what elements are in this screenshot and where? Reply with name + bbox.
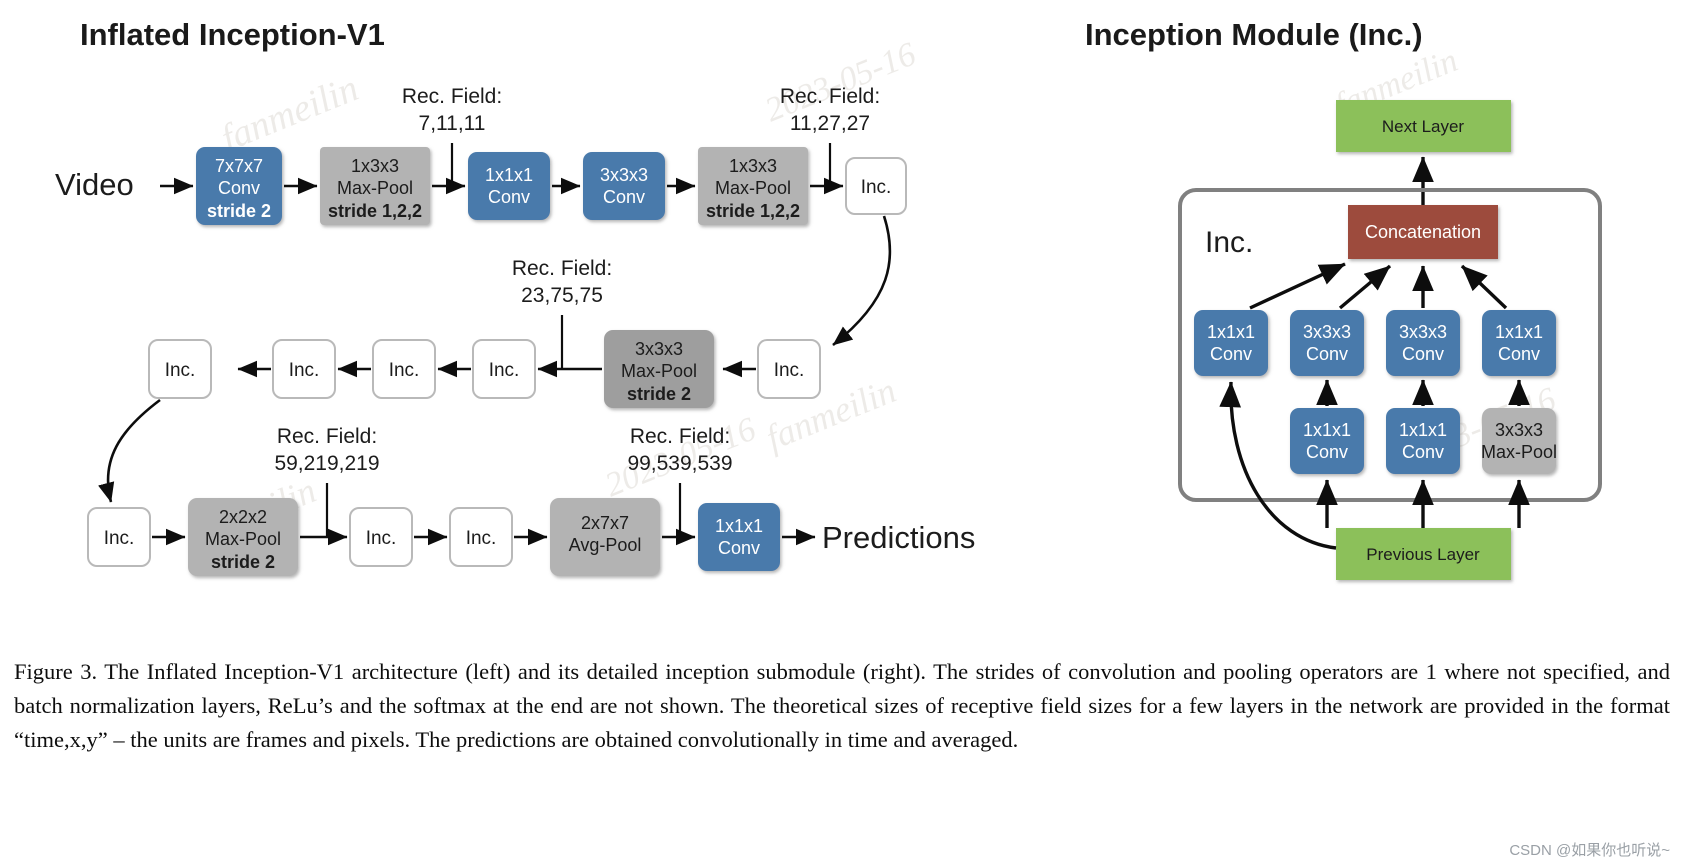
block-line2: Conv [218,178,260,198]
rec-field-caption: Rec. Field: [277,425,377,448]
row2-block-3x3x3-maxpool[interactable]: 3x3x3 Max-Pool stride 2 [604,330,714,408]
next-layer-box[interactable]: Next Layer [1336,100,1511,152]
block-line2: Conv [488,187,530,207]
architecture-diagram: Inflated Inception-V1 Inception Module (… [55,17,1602,580]
block-line1: Inc. [861,177,892,198]
block-line1: 2x2x2 [219,507,267,527]
row2-block-inc-4[interactable]: Inc. [472,339,536,399]
rec-field-caption: Rec. Field: [512,257,612,280]
inc-top-block-4[interactable]: 1x1x1 Conv [1482,310,1556,376]
rec-field-value: 11,27,27 [790,112,870,135]
block-line2: Max-Pool [1481,442,1557,462]
csdn-watermark: CSDN @如果你也听说~ [1509,842,1670,859]
row1-block-1x3x3-maxpool-2[interactable]: 1x3x3 Max-Pool stride 1,2,2 [698,147,808,225]
block-line1: Inc. [389,360,420,381]
inc-top-block-1[interactable]: 1x1x1 Conv [1194,310,1268,376]
inc-bottom-block-3-maxpool[interactable]: 3x3x3 Max-Pool [1481,408,1557,474]
row3-block-1x1x1-conv[interactable]: 1x1x1 Conv [698,503,780,571]
figure-caption: Figure 3. The Inflated Inception-V1 arch… [14,659,1670,752]
block-line2: Conv [1210,344,1252,364]
concatenation-label: Concatenation [1365,222,1481,242]
right-panel-title: Inception Module (Inc.) [1085,17,1423,52]
block-line1: 3x3x3 [1495,420,1543,440]
block-line1: 1x1x1 [485,165,533,185]
rec-field-caption: Rec. Field: [780,85,880,108]
row3-block-inc-1[interactable]: Inc. [87,507,151,567]
inc-top-block-2[interactable]: 3x3x3 Conv [1290,310,1364,376]
concatenation-box[interactable]: Concatenation [1348,205,1498,259]
block-line1: 1x1x1 [1495,322,1543,342]
block-line1: 2x7x7 [581,513,629,533]
block-line2: Max-Pool [205,529,281,549]
inc-bottom-block-2[interactable]: 1x1x1 Conv [1386,408,1460,474]
block-line2: Avg-Pool [569,535,642,555]
block-stride: stride 2 [207,201,271,221]
row2-block-inc-2[interactable]: Inc. [272,339,336,399]
block-line2: Max-Pool [337,178,413,198]
inc-bottom-block-1[interactable]: 1x1x1 Conv [1290,408,1364,474]
video-input-label: Video [55,167,134,202]
inception-group-label: Inc. [1205,226,1253,259]
rec-field-caption: Rec. Field: [402,85,502,108]
row2-block-inc-6[interactable]: Inc. [757,339,821,399]
block-line1: 1x1x1 [715,516,763,536]
block-line1: Inc. [774,360,805,381]
previous-layer-label: Previous Layer [1366,545,1480,564]
block-stride: stride 1,2,2 [706,201,800,221]
rec-field-value: 99,539,539 [627,452,732,475]
figure-area: fanmeilin 2023-05-16 fanmeilin 2023-05-1… [0,0,1684,640]
previous-layer-box[interactable]: Previous Layer [1336,528,1511,580]
row1-block-3x3x3-conv[interactable]: 3x3x3 Conv [583,152,665,220]
block-line2: Conv [1306,344,1348,364]
block-line2: Conv [1402,344,1444,364]
row2-block-inc-3[interactable]: Inc. [372,339,436,399]
rec-field-value: 59,219,219 [274,452,379,475]
rec-field-caption: Rec. Field: [630,425,730,448]
row2-block-inc-1[interactable]: Inc. [148,339,212,399]
block-stride: stride 2 [211,552,275,572]
row1-block-7x7x7-conv[interactable]: 7x7x7 Conv stride 2 [196,147,282,225]
block-line1: 3x3x3 [600,165,648,185]
block-line1: 1x1x1 [1399,420,1447,440]
block-line1: Inc. [165,360,196,381]
block-line1: 1x3x3 [729,156,777,176]
left-panel-title: Inflated Inception-V1 [80,17,385,52]
block-line1: Inc. [366,528,397,549]
predictions-output-label: Predictions [822,520,975,555]
block-stride: stride 1,2,2 [328,201,422,221]
row3-block-inc-3[interactable]: Inc. [449,507,513,567]
block-line1: 3x3x3 [1303,322,1351,342]
rec-field-value: 23,75,75 [521,284,603,307]
block-line2: Max-Pool [715,178,791,198]
block-line2: Max-Pool [621,361,697,381]
block-line1: 1x1x1 [1207,322,1255,342]
row1-block-inc[interactable]: Inc. [845,157,907,215]
block-line2: Conv [718,538,760,558]
row1-block-1x3x3-maxpool[interactable]: 1x3x3 Max-Pool stride 1,2,2 [320,147,430,225]
block-line1: Inc. [466,528,497,549]
row3-block-inc-2[interactable]: Inc. [349,507,413,567]
inc-top-block-3[interactable]: 3x3x3 Conv [1386,310,1460,376]
rec-field-value: 7,11,11 [419,112,486,135]
block-line1: 3x3x3 [635,339,683,359]
block-line1: 3x3x3 [1399,322,1447,342]
next-layer-label: Next Layer [1382,117,1465,136]
row3-block-2x7x7-avgpool[interactable]: 2x7x7 Avg-Pool [550,498,660,576]
block-line2: Conv [1402,442,1444,462]
block-line1: Inc. [289,360,320,381]
block-line1: Inc. [489,360,520,381]
row3-block-2x2x2-maxpool[interactable]: 2x2x2 Max-Pool stride 2 [188,498,298,576]
block-line1: 7x7x7 [215,156,263,176]
block-line1: Inc. [104,528,135,549]
block-line1: 1x1x1 [1303,420,1351,440]
block-line2: Conv [1498,344,1540,364]
block-line2: Conv [1306,442,1348,462]
block-line1: 1x3x3 [351,156,399,176]
row1-block-1x1x1-conv[interactable]: 1x1x1 Conv [468,152,550,220]
block-line2: Conv [603,187,645,207]
block-stride: stride 2 [627,384,691,404]
